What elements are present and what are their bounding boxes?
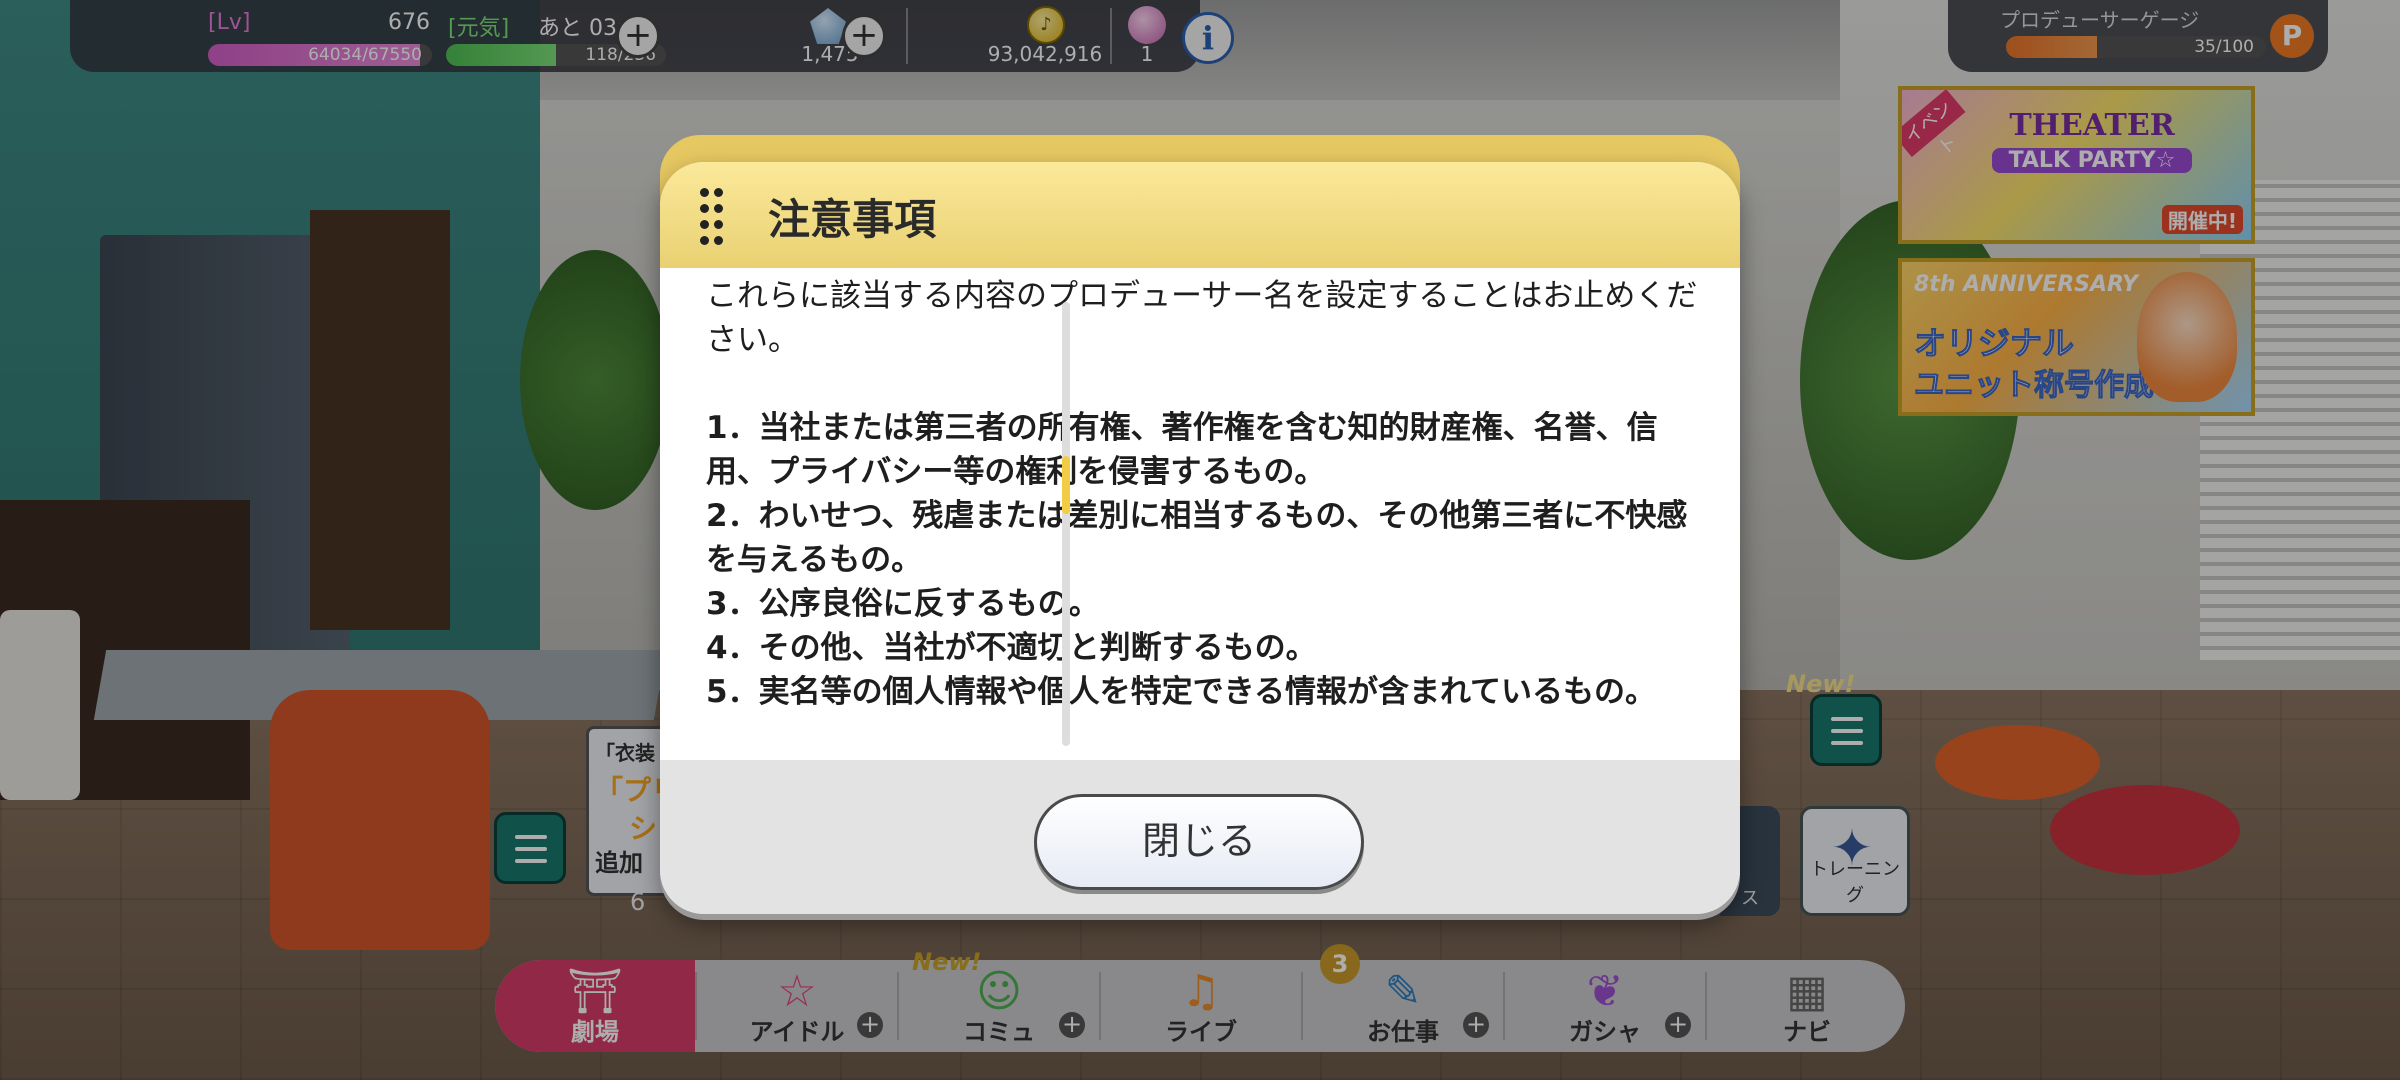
notice-item: 5．実名等の個人情報や個人を特定できる情報が含まれているもの。 xyxy=(706,674,1657,710)
notice-item: 4．その他、当社が不適切と判断するもの。 xyxy=(706,630,1317,666)
notice-item: 2．わいせつ、残虐または差別に相当するもの、その他第三者に不快感を与えるもの。 xyxy=(706,498,1688,578)
dialog-intro: これらに該当する内容のプロデューサー名を設定することはお止めください。 xyxy=(706,278,1698,358)
notice-item: 3．公序良俗に反するもの。 xyxy=(706,586,1100,622)
dialog-header: 注意事項 xyxy=(660,162,1740,268)
dialog-text: これらに該当する内容のプロデューサー名を設定することはお止めください。 1．当社… xyxy=(706,274,1706,714)
dialog-scrollbar[interactable] xyxy=(1062,302,1070,746)
dialog-footer: 閉じる xyxy=(660,760,1740,914)
notice-item: 1．当社または第三者の所有権、著作権を含む知的財産権、名誉、信用、プライバシー等… xyxy=(706,410,1658,490)
dialog-title: 注意事項 xyxy=(768,195,937,244)
close-button[interactable]: 閉じる xyxy=(1034,794,1364,890)
notice-dialog: 注意事項 これらに該当する内容のプロデューサー名を設定することはお止めください。… xyxy=(660,162,1740,914)
scrollbar-thumb[interactable] xyxy=(1062,456,1070,515)
drag-handle-icon[interactable] xyxy=(700,188,730,248)
dialog-body[interactable]: これらに該当する内容のプロデューサー名を設定することはお止めください。 1．当社… xyxy=(660,268,1740,760)
